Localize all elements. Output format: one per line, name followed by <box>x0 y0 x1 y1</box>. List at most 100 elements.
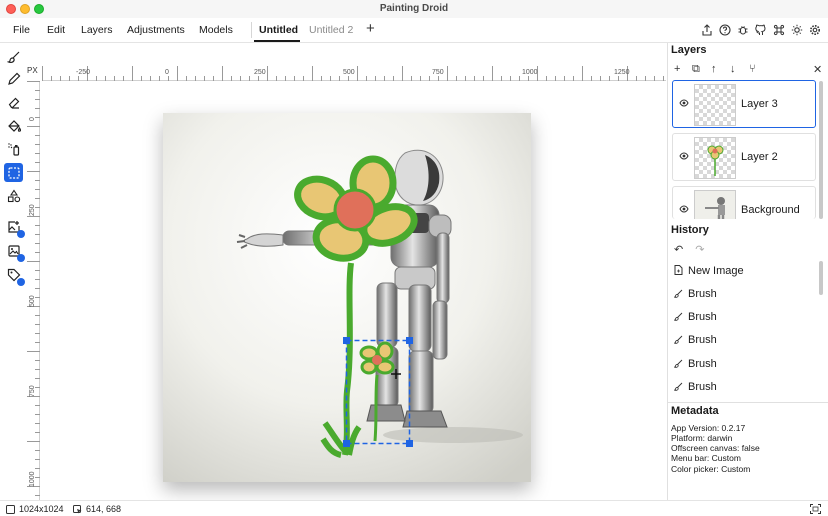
history-item[interactable]: New Image <box>674 265 744 277</box>
status-bar: 1024x1024 614, 668 <box>0 500 828 516</box>
history-label: Brush <box>688 381 717 393</box>
window-title: Painting Droid <box>379 3 449 14</box>
brush-icon <box>672 335 684 346</box>
tab-untitled-2[interactable]: Untitled 2 <box>309 24 353 36</box>
eraser-tool[interactable] <box>4 93 23 112</box>
undo-icon[interactable]: ↶ <box>674 244 683 256</box>
add-tab-button[interactable]: + <box>366 20 375 37</box>
add-layer-icon[interactable]: + <box>674 63 680 75</box>
pencil-icon <box>7 72 20 85</box>
brush-tool[interactable] <box>4 47 23 66</box>
brush-icon <box>672 359 684 370</box>
ai-image-tool[interactable] <box>4 217 25 238</box>
ai-tag-tool[interactable] <box>4 265 25 286</box>
settings-icon[interactable] <box>808 23 822 37</box>
vertical-ruler: 0 250 500 750 1000 <box>27 81 40 500</box>
image-canvas[interactable] <box>163 113 531 482</box>
ruler-label: 1250 <box>614 69 630 76</box>
help-icon[interactable] <box>718 23 732 37</box>
history-item[interactable]: Brush <box>672 358 717 370</box>
ruler-label: 0 <box>165 69 169 76</box>
merge-layer-icon[interactable]: ⑂ <box>749 63 756 75</box>
history-item[interactable]: Brush <box>672 381 717 393</box>
painting <box>163 113 531 482</box>
layer-name: Layer 3 <box>741 98 778 110</box>
eye-icon[interactable] <box>679 205 689 215</box>
github-icon[interactable] <box>754 23 768 37</box>
move-layer-up-icon[interactable]: ↑ <box>711 63 717 75</box>
metadata-line: Platform: darwin <box>671 433 733 443</box>
tool-bar <box>0 43 27 500</box>
layers-scrollbar[interactable] <box>819 81 823 219</box>
layer-thumbnail <box>694 137 736 179</box>
tab-untitled[interactable]: Untitled <box>259 24 298 36</box>
menu-models[interactable]: Models <box>199 24 233 36</box>
ruler-label: 0 <box>29 117 36 121</box>
duplicate-layer-icon[interactable]: ⧉ <box>692 63 700 76</box>
command-icon[interactable] <box>772 23 786 37</box>
layer-item[interactable]: Layer 3 <box>672 80 816 128</box>
selection-tool[interactable] <box>4 163 23 182</box>
history-title: History <box>671 224 709 236</box>
ruler-label: 500 <box>29 295 36 307</box>
spray-can-icon <box>7 142 19 156</box>
ruler-label: 1000 <box>522 69 538 76</box>
ruler-unit[interactable]: PX <box>27 66 42 75</box>
history-label: Brush <box>688 334 717 346</box>
metadata-line: Menu bar: Custom <box>671 453 741 463</box>
pencil-tool[interactable] <box>4 69 23 88</box>
layer-item[interactable]: Background <box>672 186 816 219</box>
history-label: Brush <box>688 288 717 300</box>
fill-tool[interactable] <box>4 116 23 135</box>
menu-edit[interactable]: Edit <box>47 24 65 36</box>
selection-handle <box>343 337 350 344</box>
bug-icon[interactable] <box>736 23 750 37</box>
history-scrollbar[interactable] <box>819 261 823 295</box>
history-item[interactable]: Brush <box>672 334 717 346</box>
ai-inpaint-tool[interactable] <box>4 241 25 262</box>
theme-icon[interactable] <box>790 23 804 37</box>
selection-handle <box>406 440 413 447</box>
selection-handle <box>406 337 413 344</box>
selection-icon <box>7 166 20 179</box>
shapes-tool[interactable] <box>4 186 23 205</box>
spray-tool[interactable] <box>4 139 23 158</box>
cursor-position: 614, 668 <box>86 504 122 514</box>
ruler-label: 1000 <box>29 471 36 487</box>
history-item[interactable]: Brush <box>672 288 717 300</box>
eye-icon[interactable] <box>679 152 689 162</box>
brush-icon <box>672 382 684 393</box>
remove-layer-icon[interactable]: ✕ <box>813 63 822 76</box>
menu-adjustments[interactable]: Adjustments <box>127 24 185 36</box>
floor-shadow <box>383 427 523 443</box>
redo-icon[interactable]: ↷ <box>695 244 704 256</box>
metadata-line: App Version: 0.2.17 <box>671 423 746 433</box>
cursor-icon <box>73 504 82 513</box>
layer-item[interactable]: Layer 2 <box>672 133 816 181</box>
canvas-size-icon <box>6 504 15 514</box>
menu-file[interactable]: File <box>13 24 30 36</box>
eye-icon[interactable] <box>679 99 689 109</box>
move-layer-down-icon[interactable]: ↓ <box>730 63 736 75</box>
fit-screen-icon[interactable] <box>810 504 821 514</box>
layer-thumbnail <box>694 84 736 126</box>
ruler-label: 750 <box>432 69 444 76</box>
canvas-size[interactable]: 1024x1024 <box>19 504 64 514</box>
ai-badge <box>17 230 25 238</box>
selection-handle <box>343 440 350 447</box>
ai-badge <box>17 278 25 286</box>
layer-toolbar: + ⧉ ↑ ↓ ⑂ ✕ <box>674 63 824 77</box>
canvas-viewport[interactable] <box>41 82 666 500</box>
export-icon[interactable] <box>700 23 714 37</box>
history-item[interactable]: Brush <box>672 311 717 323</box>
eraser-icon <box>8 97 19 109</box>
metadata-line: Offscreen canvas: false <box>671 443 760 453</box>
ruler-label: -250 <box>76 69 91 76</box>
menu-layers[interactable]: Layers <box>81 24 113 36</box>
layers-title: Layers <box>671 44 707 56</box>
right-panel: Layers + ⧉ ↑ ↓ ⑂ ✕ Layer 3 Layer 2 Backg… <box>667 43 828 500</box>
ruler-label: 250 <box>29 204 36 216</box>
layer-name: Layer 2 <box>741 151 778 163</box>
paint-bucket-icon <box>7 119 21 132</box>
shapes-icon <box>7 189 20 202</box>
